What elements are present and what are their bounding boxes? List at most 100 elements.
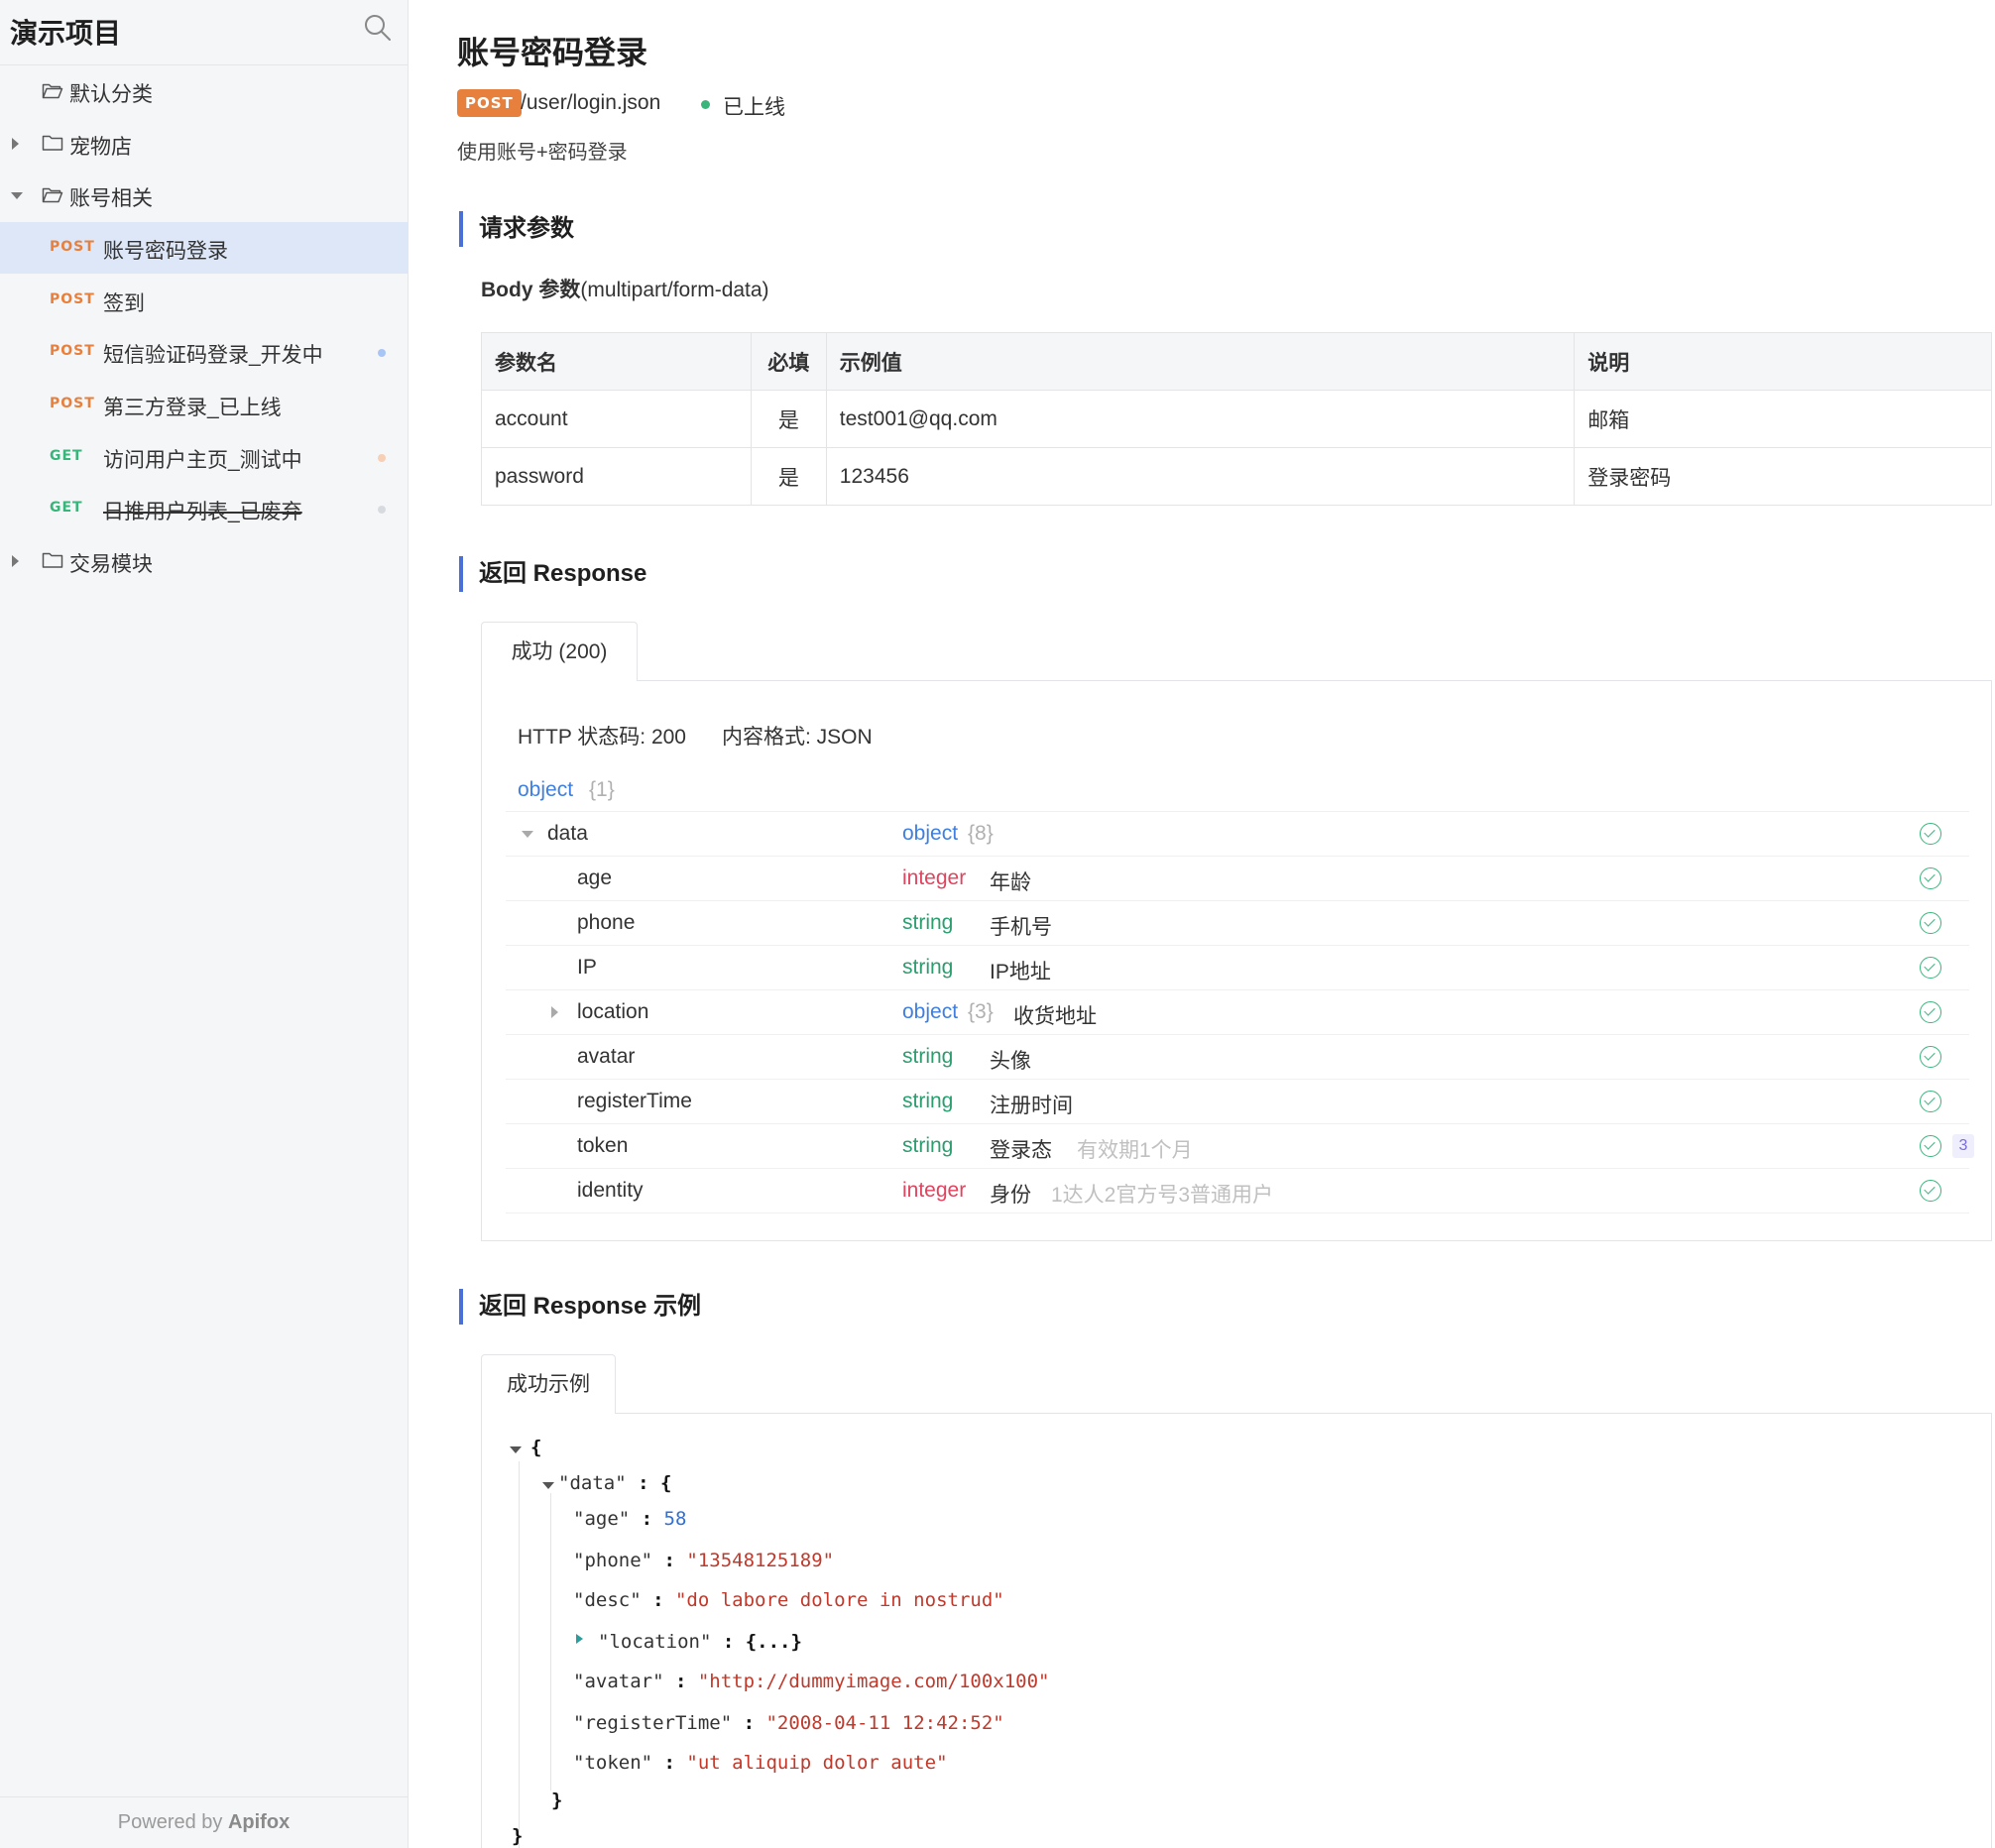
sidebar-folder[interactable]: 账号相关 bbox=[0, 170, 408, 221]
schema-field-type: string bbox=[902, 1090, 953, 1113]
schema-root-row: object {1} bbox=[506, 768, 1969, 812]
sidebar-api-item[interactable]: POST 签到 bbox=[0, 275, 408, 326]
json-value: "2008-04-11 12:42:52" bbox=[765, 1712, 1004, 1734]
schema-type-label: object bbox=[902, 1000, 959, 1023]
param-example: 123456 bbox=[825, 447, 1576, 506]
required-check-icon bbox=[1920, 1135, 1941, 1157]
caret-right-icon[interactable] bbox=[12, 138, 19, 150]
method-tag: POST bbox=[50, 343, 95, 359]
json-value: "ut aliquip dolor aute" bbox=[686, 1752, 948, 1774]
schema-row: data object {8} bbox=[506, 812, 1969, 857]
sidebar-header: 演示项目 bbox=[0, 0, 408, 65]
sidebar-api-item[interactable]: GET 访问用户主页_测试中 bbox=[0, 431, 408, 483]
status-text: 已上线 bbox=[723, 96, 785, 119]
search-icon[interactable] bbox=[363, 13, 393, 43]
json-expand-location-icon[interactable] bbox=[576, 1634, 583, 1644]
caret-right-icon[interactable] bbox=[551, 1006, 558, 1018]
json-value: "http://dummyimage.com/100x100" bbox=[697, 1671, 1050, 1692]
schema-field-desc: 收货地址 bbox=[1013, 1005, 1097, 1028]
schema-row: age integer 年龄 bbox=[506, 857, 1969, 901]
page-title: 账号密码登录 bbox=[457, 35, 648, 70]
sidebar-api-label: 签到 bbox=[103, 292, 145, 315]
sidebar-folder[interactable]: 交易模块 bbox=[0, 535, 408, 587]
method-tag: POST bbox=[50, 291, 95, 307]
schema-field-name: age bbox=[577, 866, 613, 889]
schema-field-name: identity bbox=[577, 1179, 644, 1202]
schema-field-name: token bbox=[577, 1134, 629, 1157]
param-desc: 登录密码 bbox=[1574, 447, 1992, 506]
sidebar-folder[interactable]: 宠物店 bbox=[0, 118, 408, 170]
schema-field-note: 1达人2官方号3普通用户 bbox=[1051, 1184, 1274, 1207]
tab-success-example[interactable]: 成功示例 bbox=[481, 1354, 616, 1414]
sidebar-api-item[interactable]: POST 短信验证码登录_开发中 bbox=[0, 326, 408, 378]
caret-down-icon[interactable] bbox=[522, 831, 533, 838]
status-dot bbox=[378, 506, 386, 514]
sidebar-api-item[interactable]: GET 日推用户列表_已废弃 bbox=[0, 483, 408, 534]
required-check-icon bbox=[1920, 957, 1941, 979]
tab-success-200[interactable]: 成功 (200) bbox=[481, 622, 638, 681]
json-collapse-data-icon[interactable] bbox=[542, 1482, 554, 1489]
json-key: "data" bbox=[558, 1472, 627, 1494]
schema-row: IP string IP地址 bbox=[506, 946, 1969, 990]
json-collapsed-object[interactable]: {...} bbox=[746, 1631, 802, 1653]
sidebar-api-label: 访问用户主页_测试中 bbox=[103, 449, 302, 472]
schema-field-name: phone bbox=[577, 911, 636, 934]
schema-field-name: data bbox=[547, 822, 588, 845]
param-desc-header: 说明 bbox=[1574, 332, 1992, 391]
json-value: "do labore dolore in nostrud" bbox=[674, 1589, 1004, 1611]
sidebar-folder-label: 账号相关 bbox=[69, 187, 153, 210]
schema-field-type: string bbox=[902, 1045, 953, 1069]
caret-down-icon[interactable] bbox=[11, 192, 23, 199]
sidebar-folder[interactable]: 默认分类 bbox=[0, 65, 408, 117]
powered-by-footer: Powered by Apifox bbox=[0, 1796, 408, 1848]
sidebar-api-item[interactable]: POST 账号密码登录 bbox=[0, 222, 408, 274]
json-value: 58 bbox=[663, 1508, 687, 1530]
schema-field-desc: 身份 bbox=[990, 1184, 1031, 1207]
caret-right-icon[interactable] bbox=[12, 555, 19, 567]
sidebar: 演示项目 默认分类宠物店账号相关 POST 账号密码登录 POST 签到 POST 短信验证… bbox=[0, 0, 409, 1848]
param-name: password bbox=[481, 447, 752, 506]
schema-field-desc: 年龄 bbox=[990, 871, 1031, 894]
schema-type-label: string bbox=[902, 911, 954, 934]
schema-prop-count: {3} bbox=[968, 1000, 994, 1023]
json-value: "13548125189" bbox=[686, 1550, 835, 1571]
schema-field-type: object {3} bbox=[902, 1000, 994, 1024]
method-tag: POST bbox=[50, 396, 95, 411]
param-required: 是 bbox=[750, 390, 827, 448]
schema-prop-count: {8} bbox=[968, 822, 994, 845]
param-required: 是 bbox=[750, 447, 827, 506]
method-tag: POST bbox=[50, 239, 95, 255]
schema-type-label: integer bbox=[902, 1179, 967, 1202]
required-check-icon bbox=[1920, 912, 1941, 934]
api-description: 使用账号+密码登录 bbox=[457, 142, 628, 164]
sidebar-api-label: 账号密码登录 bbox=[103, 240, 228, 263]
schema-type-label: object bbox=[902, 822, 959, 845]
json-collapse-root-icon[interactable] bbox=[510, 1446, 522, 1453]
json-example: { "data" : { "age" : 58 "phone" : "13548… bbox=[482, 1414, 1991, 1848]
schema-field-type: object {8} bbox=[902, 822, 994, 846]
body-label-bold: Body 参数 bbox=[481, 279, 581, 301]
required-check-icon bbox=[1920, 1046, 1941, 1068]
schema-row: avatar string 头像 bbox=[506, 1035, 1969, 1080]
schema-field-type: string bbox=[902, 956, 953, 980]
params-table: 参数名 必填 示例值 说明 account 是 test001@qq.com 邮… bbox=[481, 332, 1992, 506]
sidebar-api-label: 第三方登录_已上线 bbox=[103, 397, 282, 419]
params-header-row: 参数名 必填 示例值 说明 bbox=[481, 332, 1992, 391]
mock-count-badge: 3 bbox=[1952, 1134, 1974, 1158]
json-key: "desc" bbox=[573, 1589, 642, 1611]
param-required-header: 必填 bbox=[750, 332, 827, 391]
schema-row: token string 登录态 有效期1个月 3 bbox=[506, 1124, 1974, 1169]
param-example: test001@qq.com bbox=[825, 390, 1576, 448]
json-key: "token" bbox=[573, 1752, 653, 1774]
schema-field-desc: 头像 bbox=[990, 1050, 1031, 1073]
sidebar-folder-label: 默认分类 bbox=[69, 83, 153, 106]
sidebar-api-item[interactable]: POST 第三方登录_已上线 bbox=[0, 379, 408, 430]
json-key: "phone" bbox=[573, 1550, 653, 1571]
schema-field-name: location bbox=[577, 1000, 649, 1023]
schema-type-label: string bbox=[902, 1090, 954, 1112]
footer-brand: Apifox bbox=[227, 1811, 291, 1833]
status-dot bbox=[378, 454, 386, 462]
table-row: account 是 test001@qq.com 邮箱 bbox=[481, 390, 1992, 448]
json-key: "location" bbox=[598, 1631, 712, 1653]
param-example-header: 示例值 bbox=[825, 332, 1576, 391]
